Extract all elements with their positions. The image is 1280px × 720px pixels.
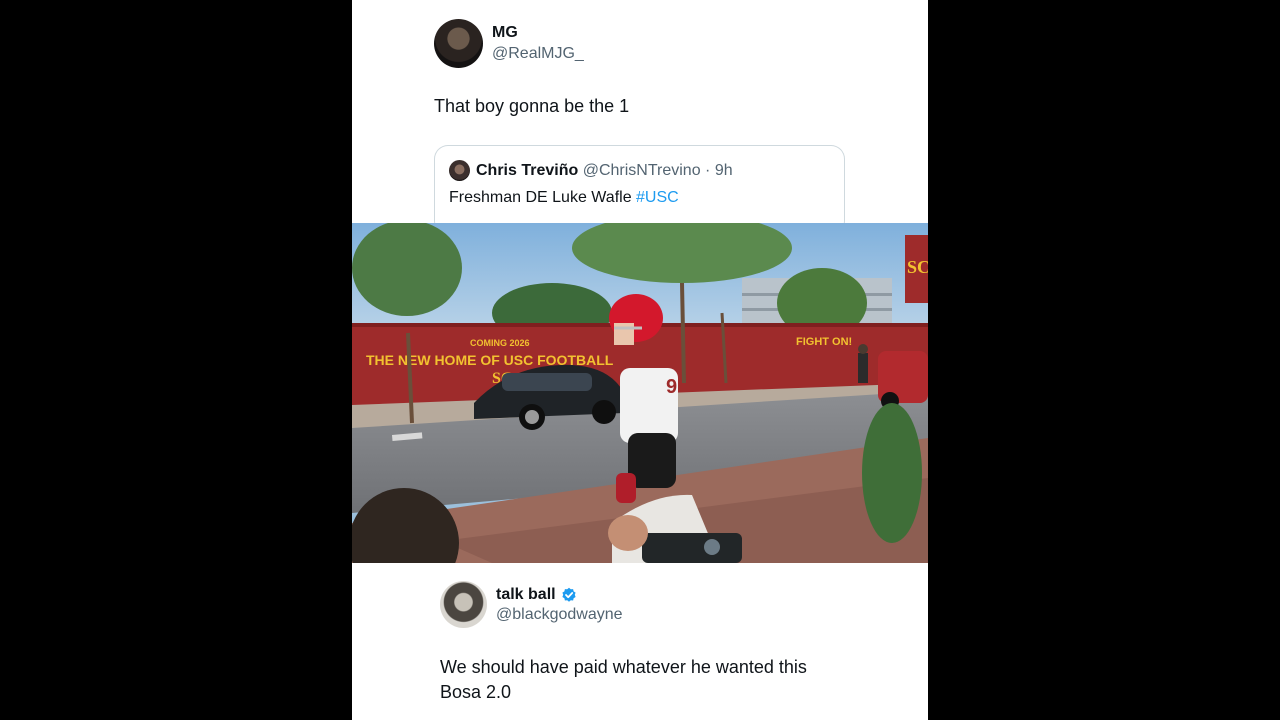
avatar[interactable] <box>440 581 487 628</box>
svg-text:SC: SC <box>907 257 928 277</box>
tweet-text: We should have paid whatever he wanted t… <box>440 655 860 705</box>
quoted-text-body: Freshman DE Luke Wafle <box>449 189 637 206</box>
tweet-author-handle[interactable]: @RealMJG_ <box>492 45 584 63</box>
video-frame: COMING 2026 THE NEW HOME OF USC FOOTBALL… <box>352 223 928 563</box>
quoted-author-name[interactable]: Chris Treviño <box>476 162 578 179</box>
video-player[interactable]: COMING 2026 THE NEW HOME OF USC FOOTBALL… <box>352 223 928 563</box>
tweet-author-name[interactable]: talk ball <box>496 586 556 604</box>
hashtag-link[interactable]: #USC <box>636 189 679 206</box>
content-panel: MG @RealMJG_ That boy gonna be the 1 Chr… <box>352 0 928 720</box>
verified-badge-icon <box>561 587 577 603</box>
avatar[interactable] <box>449 160 470 181</box>
tweet-text-line: We should have paid whatever he wanted t… <box>440 657 807 677</box>
avatar[interactable] <box>434 19 483 68</box>
tweet-text: That boy gonna be the 1 <box>434 96 630 116</box>
quoted-tweet-text: Freshman DE Luke Wafle #USC <box>449 189 679 207</box>
tweet-author-name-row[interactable]: talk ball <box>496 586 577 604</box>
quoted-tweet-header: Chris Treviño @ChrisNTrevino · 9h <box>476 162 733 180</box>
jersey-number: 9 <box>666 376 677 398</box>
quoted-tweet-card[interactable]: Chris Treviño @ChrisNTrevino · 9h Freshm… <box>434 145 845 235</box>
banner-small-text: COMING 2026 <box>470 338 530 348</box>
tweet-text-line: Bosa 2.0 <box>440 682 512 702</box>
quoted-author-handle[interactable]: @ChrisNTrevino · 9h <box>583 162 733 179</box>
banner-right-text: FIGHT ON! <box>796 336 852 348</box>
tweet-author-handle[interactable]: @blackgodwayne <box>496 606 623 624</box>
tweet-author-name[interactable]: MG <box>492 24 518 42</box>
